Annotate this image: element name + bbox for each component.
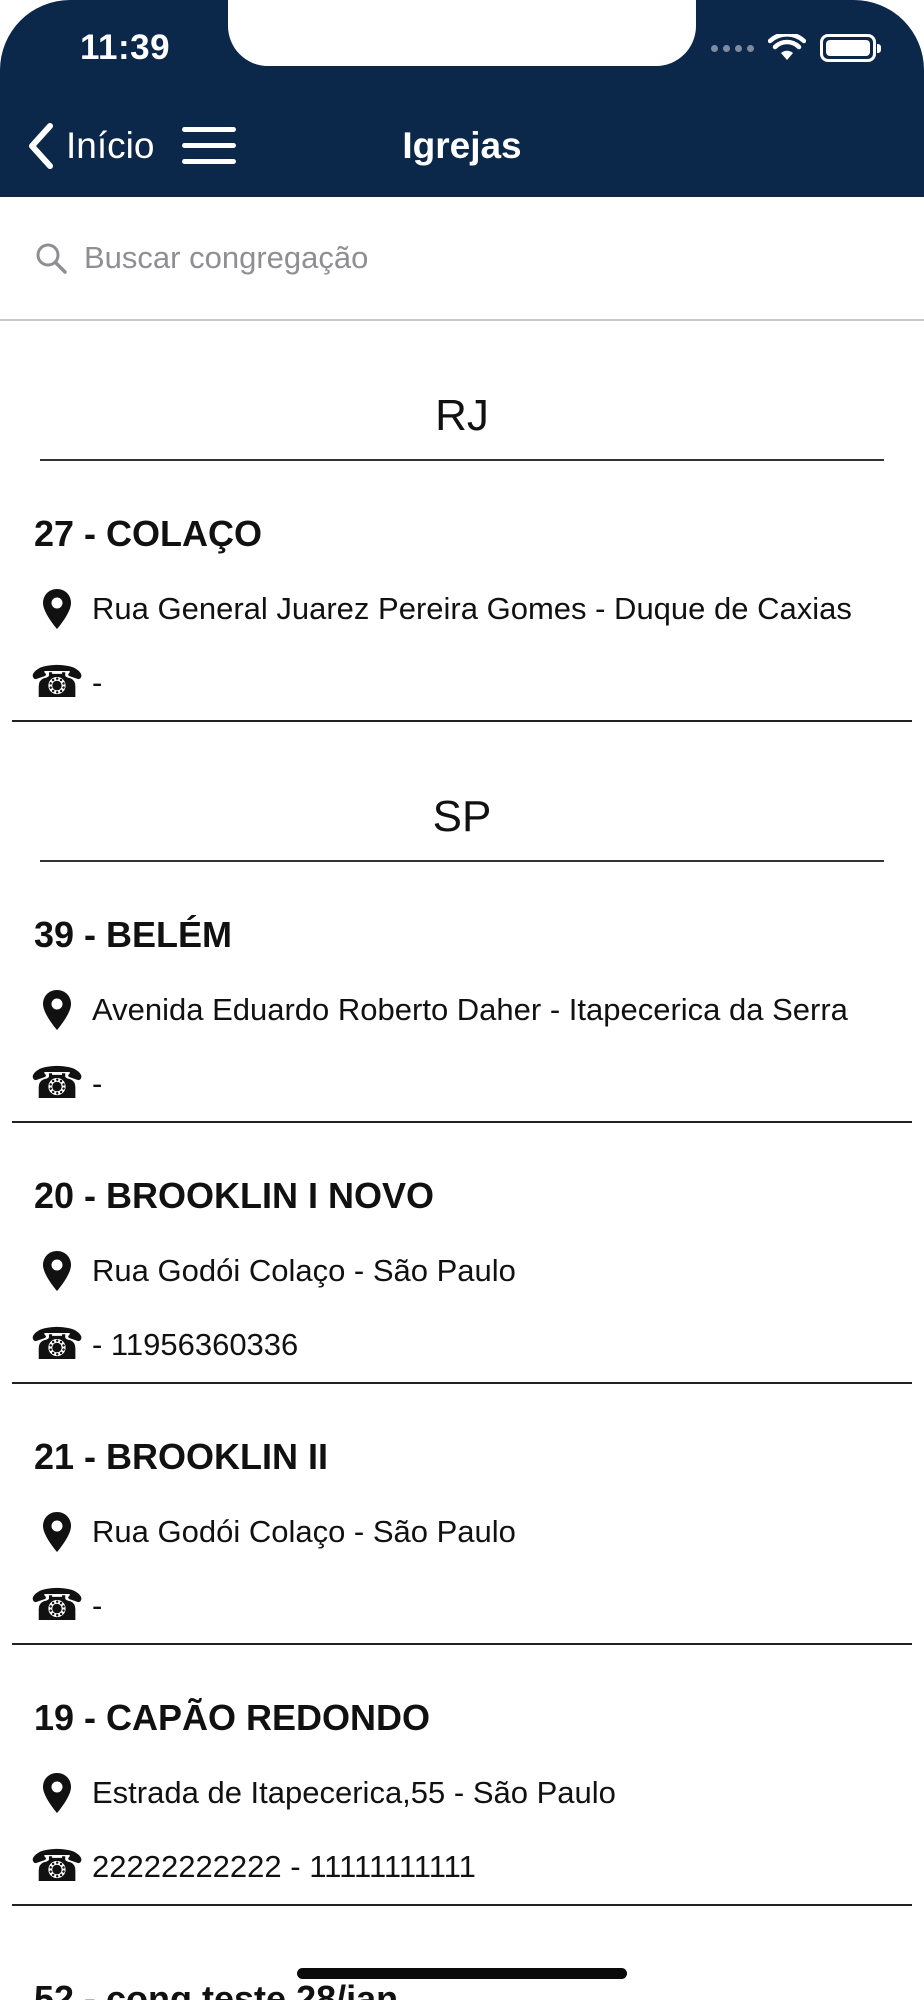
church-name: 19 - CAPÃO REDONDO [34,1697,431,1738]
phone-row: ☎ - 11956360336 [29,1320,299,1369]
device-notch [228,0,696,66]
phone-row: ☎ - [29,658,103,707]
wifi-icon [768,34,806,60]
cellular-signal-icon [711,44,754,52]
section-header-rj: RJ [0,321,924,461]
phone-row: ☎ - [29,1059,103,1108]
list-item[interactable]: 27 - COLAÇO Rua General Juarez Pereira G… [12,461,912,722]
church-list: RJ 27 - COLAÇO Rua General Juarez Pereir… [0,321,924,1906]
church-phone: - [92,1066,103,1101]
list-item[interactable]: 20 - BROOKLIN I NOVO Rua Godói Colaço - … [12,1123,912,1384]
section-header-sp: SP [0,722,924,862]
phone-icon: ☎ [29,1581,85,1630]
phone-icon: ☎ [29,1320,85,1369]
search-icon [36,243,67,274]
location-pin-icon [34,1512,80,1552]
location-pin-icon [34,1773,80,1813]
back-label: Início [66,125,155,166]
phone-icon: ☎ [29,658,85,707]
church-phone: - 11956360336 [92,1327,299,1362]
search-bar [0,197,924,321]
section-title: SP [432,792,492,841]
church-address: Estrada de Itapecerica,55 - São Paulo [92,1775,616,1810]
list-item[interactable]: 19 - CAPÃO REDONDO Estrada de Itapeceric… [12,1645,912,1906]
church-address: Rua Godói Colaço - São Paulo [92,1253,516,1288]
battery-icon [820,34,881,62]
home-indicator[interactable] [297,1968,627,1979]
church-name: 39 - BELÉM [34,914,233,955]
church-address: Rua Godói Colaço - São Paulo [92,1514,516,1549]
address-row: Estrada de Itapecerica,55 - São Paulo [34,1773,616,1813]
church-name-partial[interactable]: 52 - cong teste 28/jan [34,1978,398,2000]
church-phone: - [92,665,103,700]
search-input[interactable] [84,240,864,276]
address-row: Rua General Juarez Pereira Gomes - Duque… [34,589,852,629]
hamburger-menu-icon[interactable] [182,127,236,165]
list-item[interactable]: 39 - BELÉM Avenida Eduardo Roberto Daher… [12,862,912,1123]
address-row: Rua Godói Colaço - São Paulo [34,1512,516,1552]
church-name: 27 - COLAÇO [34,513,263,554]
address-row: Avenida Eduardo Roberto Daher - Itapecer… [34,990,848,1030]
church-phone: - [92,1588,103,1623]
status-icons [711,34,881,62]
chevron-left-icon [29,123,53,169]
phone-row: ☎ 22222222222 - 11111111111 [29,1842,476,1891]
location-pin-icon [34,589,80,629]
location-pin-icon [34,990,80,1030]
back-button[interactable]: Início [26,122,154,170]
church-address: Rua General Juarez Pereira Gomes - Duque… [92,591,852,626]
list-item[interactable]: 21 - BROOKLIN II Rua Godói Colaço - São … [12,1384,912,1645]
church-name: 20 - BROOKLIN I NOVO [34,1175,435,1216]
phone-row: ☎ - [29,1581,103,1630]
nav-bar: 11:39 Início Igrejas [0,0,924,197]
section-title: RJ [435,391,489,440]
church-name: 21 - BROOKLIN II [34,1436,329,1477]
phone-icon: ☎ [29,1059,85,1108]
phone-icon: ☎ [29,1842,85,1891]
status-time: 11:39 [80,28,171,67]
church-phone: 22222222222 - 11111111111 [92,1849,476,1884]
address-row: Rua Godói Colaço - São Paulo [34,1251,516,1291]
location-pin-icon [34,1251,80,1291]
church-address: Avenida Eduardo Roberto Daher - Itapecer… [92,992,848,1027]
